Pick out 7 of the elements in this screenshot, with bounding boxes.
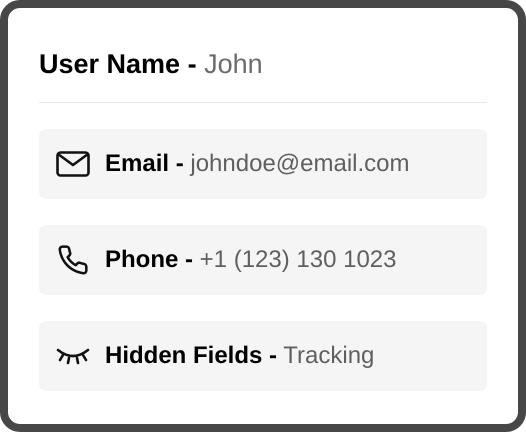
user-name-heading: User Name - John	[39, 46, 487, 103]
closed-eye-icon	[56, 347, 90, 365]
field-text: Hidden Fields - Tracking	[105, 342, 374, 370]
phone-icon	[57, 244, 89, 276]
field-text: Email - johndoe@email.com	[105, 150, 410, 178]
envelope-icon	[56, 151, 90, 177]
field-text: Phone - +1 (123) 130 1023	[105, 246, 396, 274]
